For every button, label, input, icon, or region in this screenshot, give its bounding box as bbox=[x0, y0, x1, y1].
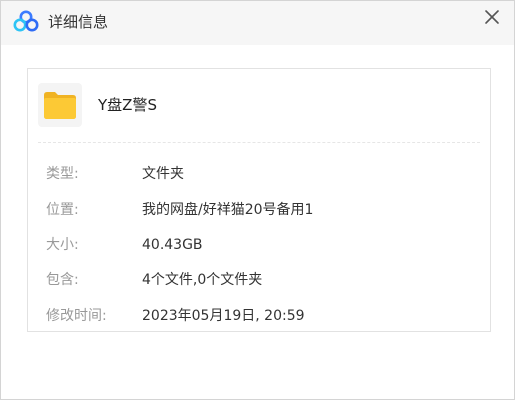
info-row-modified: 修改时间: 2023年05月19日, 20:59 bbox=[46, 306, 476, 326]
info-row-type: 类型: 文件夹 bbox=[46, 164, 476, 184]
contains-value: 4个文件,0个文件夹 bbox=[142, 272, 263, 288]
size-label: 大小: bbox=[46, 237, 79, 253]
dialog-title: 详细信息 bbox=[48, 13, 109, 31]
title-bar[interactable]: 详细信息 bbox=[1, 1, 514, 45]
contains-label: 包含: bbox=[46, 272, 79, 288]
location-value: 我的网盘/好祥猫20号备用1 bbox=[142, 202, 314, 218]
type-value: 文件夹 bbox=[142, 166, 184, 182]
divider bbox=[38, 142, 480, 143]
modified-label: 修改时间: bbox=[46, 308, 107, 324]
info-row-location: 位置: 我的网盘/好祥猫20号备用1 bbox=[46, 200, 476, 220]
file-thumbnail bbox=[38, 83, 82, 127]
modified-value: 2023年05月19日, 20:59 bbox=[142, 308, 305, 324]
info-row-contains: 包含: 4个文件,0个文件夹 bbox=[46, 270, 476, 290]
type-label: 类型: bbox=[46, 166, 79, 182]
location-label: 位置: bbox=[46, 202, 79, 218]
folder-icon bbox=[44, 92, 76, 119]
file-name: Y盘Z警S bbox=[98, 96, 157, 114]
size-value: 40.43GB bbox=[142, 237, 203, 253]
info-row-size: 大小: 40.43GB bbox=[46, 235, 476, 255]
baidu-netdisk-cloud-icon bbox=[13, 10, 39, 32]
details-dialog: 详细信息 Y盘Z警S 类型: 文件夹 位置: 我的网盘/好祥猫20号备用1 大小… bbox=[0, 0, 515, 400]
close-icon[interactable] bbox=[482, 7, 502, 27]
details-panel: Y盘Z警S 类型: 文件夹 位置: 我的网盘/好祥猫20号备用1 大小: 40.… bbox=[27, 68, 491, 332]
